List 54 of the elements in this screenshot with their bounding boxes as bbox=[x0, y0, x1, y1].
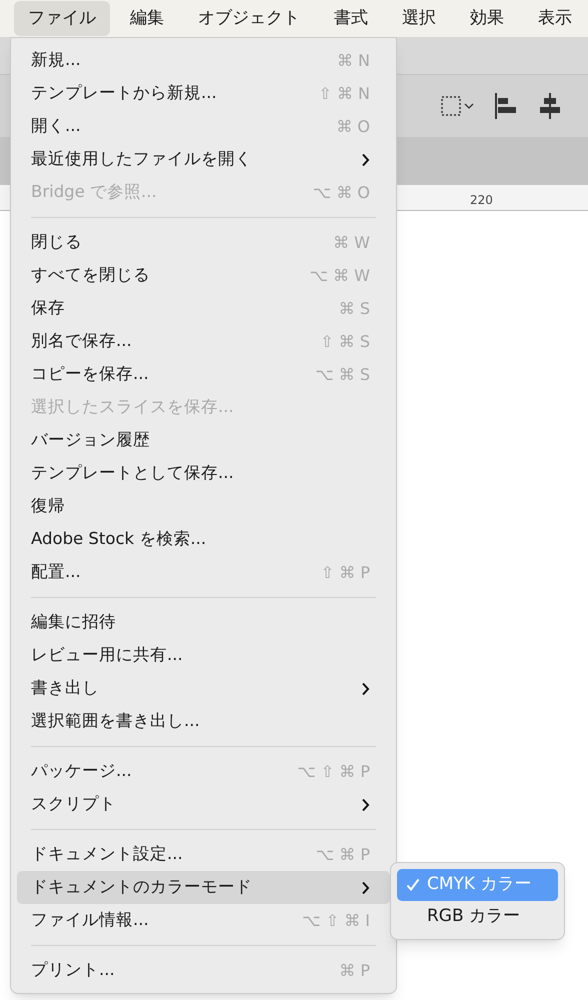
shortcut-label: ⌥ ⇧ ⌘ I bbox=[302, 910, 370, 932]
shortcut-label: ⌘ S bbox=[338, 298, 370, 320]
menu-item[interactable]: ドキュメント設定... ⌥ ⌘ P bbox=[17, 838, 390, 871]
menu-item[interactable]: パッケージ... ⌥ ⇧ ⌘ P bbox=[17, 755, 390, 788]
menu-bar-item[interactable]: 効果 bbox=[456, 0, 518, 36]
menu-bar-item[interactable]: 選択 bbox=[388, 0, 450, 36]
menu-item[interactable]: 別名で保存... ⇧ ⌘ S bbox=[17, 325, 390, 358]
shortcut-label: ⌘ O bbox=[336, 116, 370, 138]
submenu-item[interactable]: RGB カラー bbox=[397, 901, 558, 933]
menu-item[interactable]: 書き出し bbox=[17, 672, 390, 705]
menu-bar-item[interactable]: 書式 bbox=[320, 0, 382, 36]
shortcut-label: ⇧ ⌘ P bbox=[320, 562, 370, 584]
menu-item[interactable]: 保存 ⌘ S bbox=[17, 292, 390, 325]
menu-item[interactable]: 復帰 bbox=[17, 490, 390, 523]
menu-item[interactable]: 閉じる ⌘ W bbox=[17, 226, 390, 259]
menu-item[interactable]: 最近使用したファイルを開く bbox=[17, 143, 390, 176]
align-left-icon[interactable] bbox=[494, 93, 518, 119]
menu-item[interactable]: テンプレートから新規... ⇧ ⌘ N bbox=[17, 77, 390, 110]
shortcut-label: ⌘ N bbox=[336, 50, 370, 72]
menu-item[interactable]: すべてを閉じる ⌥ ⌘ W bbox=[17, 259, 390, 292]
menu-item[interactable]: 新規... ⌘ N bbox=[17, 44, 390, 77]
chevron-right-icon bbox=[361, 880, 370, 894]
shortcut-label: ⇧ ⌘ S bbox=[320, 330, 370, 352]
menu-bar-item[interactable]: 表示 bbox=[524, 0, 586, 36]
shortcut-label: ⌥ ⌘ P bbox=[316, 844, 370, 866]
menu-bar-item[interactable]: ファイル bbox=[14, 0, 110, 36]
shortcut-label: ⌘ P bbox=[339, 960, 370, 982]
menu-bar-item[interactable]: オブジェクト bbox=[184, 0, 314, 36]
chevron-right-icon bbox=[361, 798, 370, 812]
menu-item[interactable]: Adobe Stock を検索... bbox=[17, 523, 390, 556]
menu-item[interactable]: レビュー用に共有... bbox=[17, 639, 390, 672]
shortcut-label: ⌥ ⌘ S bbox=[315, 364, 370, 386]
chevron-right-icon bbox=[361, 152, 370, 166]
menu-item[interactable]: ファイル情報... ⌥ ⇧ ⌘ I bbox=[17, 904, 390, 937]
menu-item[interactable]: テンプレートとして保存... bbox=[17, 457, 390, 490]
menu-item[interactable]: コピーを保存... ⌥ ⌘ S bbox=[17, 358, 390, 391]
menu-item[interactable]: ドキュメントのカラーモード bbox=[17, 871, 390, 904]
menu-item[interactable]: 編集に招待 bbox=[17, 606, 390, 639]
shortcut-label: ⌥ ⌘ O bbox=[312, 182, 370, 204]
chevron-right-icon bbox=[361, 682, 370, 696]
menu-item[interactable]: 配置... ⇧ ⌘ P bbox=[17, 556, 390, 589]
transform-icon[interactable] bbox=[440, 95, 474, 117]
menu-item[interactable]: スクリプト bbox=[17, 788, 390, 821]
shortcut-label: ⇧ ⌘ N bbox=[318, 82, 370, 104]
shortcut-label: ⌥ ⌘ W bbox=[310, 264, 370, 286]
shortcut-label: ⌥ ⇧ ⌘ P bbox=[297, 760, 370, 782]
menu-item[interactable]: バージョン履歴 bbox=[17, 424, 390, 457]
shortcut-label: ⌘ W bbox=[333, 232, 370, 254]
menu-bar-item[interactable]: 編集 bbox=[116, 0, 178, 36]
align-center-icon[interactable] bbox=[538, 93, 562, 119]
ruler-label: 220 bbox=[470, 192, 493, 209]
menu-item[interactable]: 開く... ⌘ O bbox=[17, 110, 390, 143]
menu-item[interactable]: 選択範囲を書き出し... bbox=[17, 705, 390, 738]
menu-item[interactable]: プリント... ⌘ P bbox=[17, 954, 390, 987]
